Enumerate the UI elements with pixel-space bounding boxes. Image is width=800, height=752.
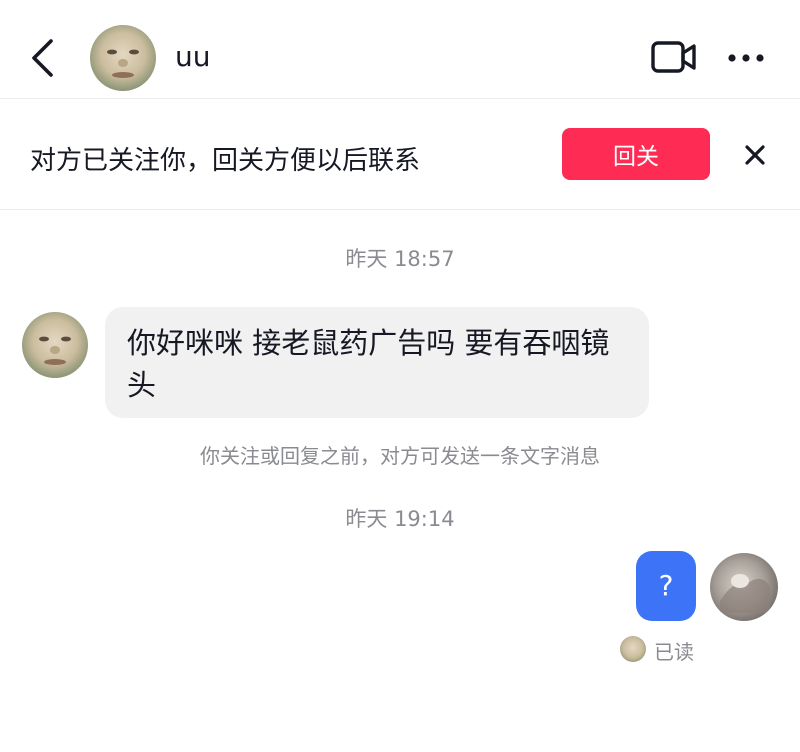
read-receipt-avatar bbox=[620, 636, 646, 662]
face-avatar-graphic bbox=[39, 336, 71, 365]
my-avatar[interactable] bbox=[710, 553, 778, 621]
more-options-button[interactable] bbox=[724, 44, 768, 68]
contact-avatar[interactable] bbox=[90, 25, 156, 91]
video-call-button[interactable] bbox=[650, 38, 698, 76]
video-camera-icon bbox=[651, 41, 696, 73]
sender-avatar[interactable] bbox=[22, 312, 88, 378]
outgoing-message-bubble[interactable]: ? bbox=[636, 551, 696, 621]
message-limit-notice: 你关注或回复之前，对方可发送一条文字消息 bbox=[200, 444, 600, 468]
incoming-message-bubble[interactable]: 你好咪咪 接老鼠药广告吗 要有吞咽镜头 bbox=[105, 307, 649, 418]
read-status: 已读 bbox=[654, 640, 694, 664]
incoming-message-text: 你好咪咪 接老鼠药广告吗 要有吞咽镜头 bbox=[127, 326, 610, 402]
outgoing-message-text: ? bbox=[658, 569, 674, 602]
more-dots-icon bbox=[728, 54, 764, 62]
follow-prompt-text: 对方已关注你，回关方便以后联系 bbox=[30, 146, 421, 176]
message-timestamp: 昨天 18:57 bbox=[345, 247, 455, 271]
close-banner-button[interactable] bbox=[738, 138, 772, 172]
close-icon bbox=[745, 145, 765, 165]
photo-avatar-graphic bbox=[720, 574, 770, 613]
message-timestamp: 昨天 19:14 bbox=[345, 507, 455, 531]
face-avatar-graphic bbox=[107, 49, 139, 78]
follow-back-button[interactable]: 回关 bbox=[562, 128, 710, 180]
back-chevron-icon bbox=[32, 39, 53, 77]
contact-name[interactable]: uu bbox=[175, 40, 211, 73]
back-button[interactable] bbox=[22, 34, 66, 82]
